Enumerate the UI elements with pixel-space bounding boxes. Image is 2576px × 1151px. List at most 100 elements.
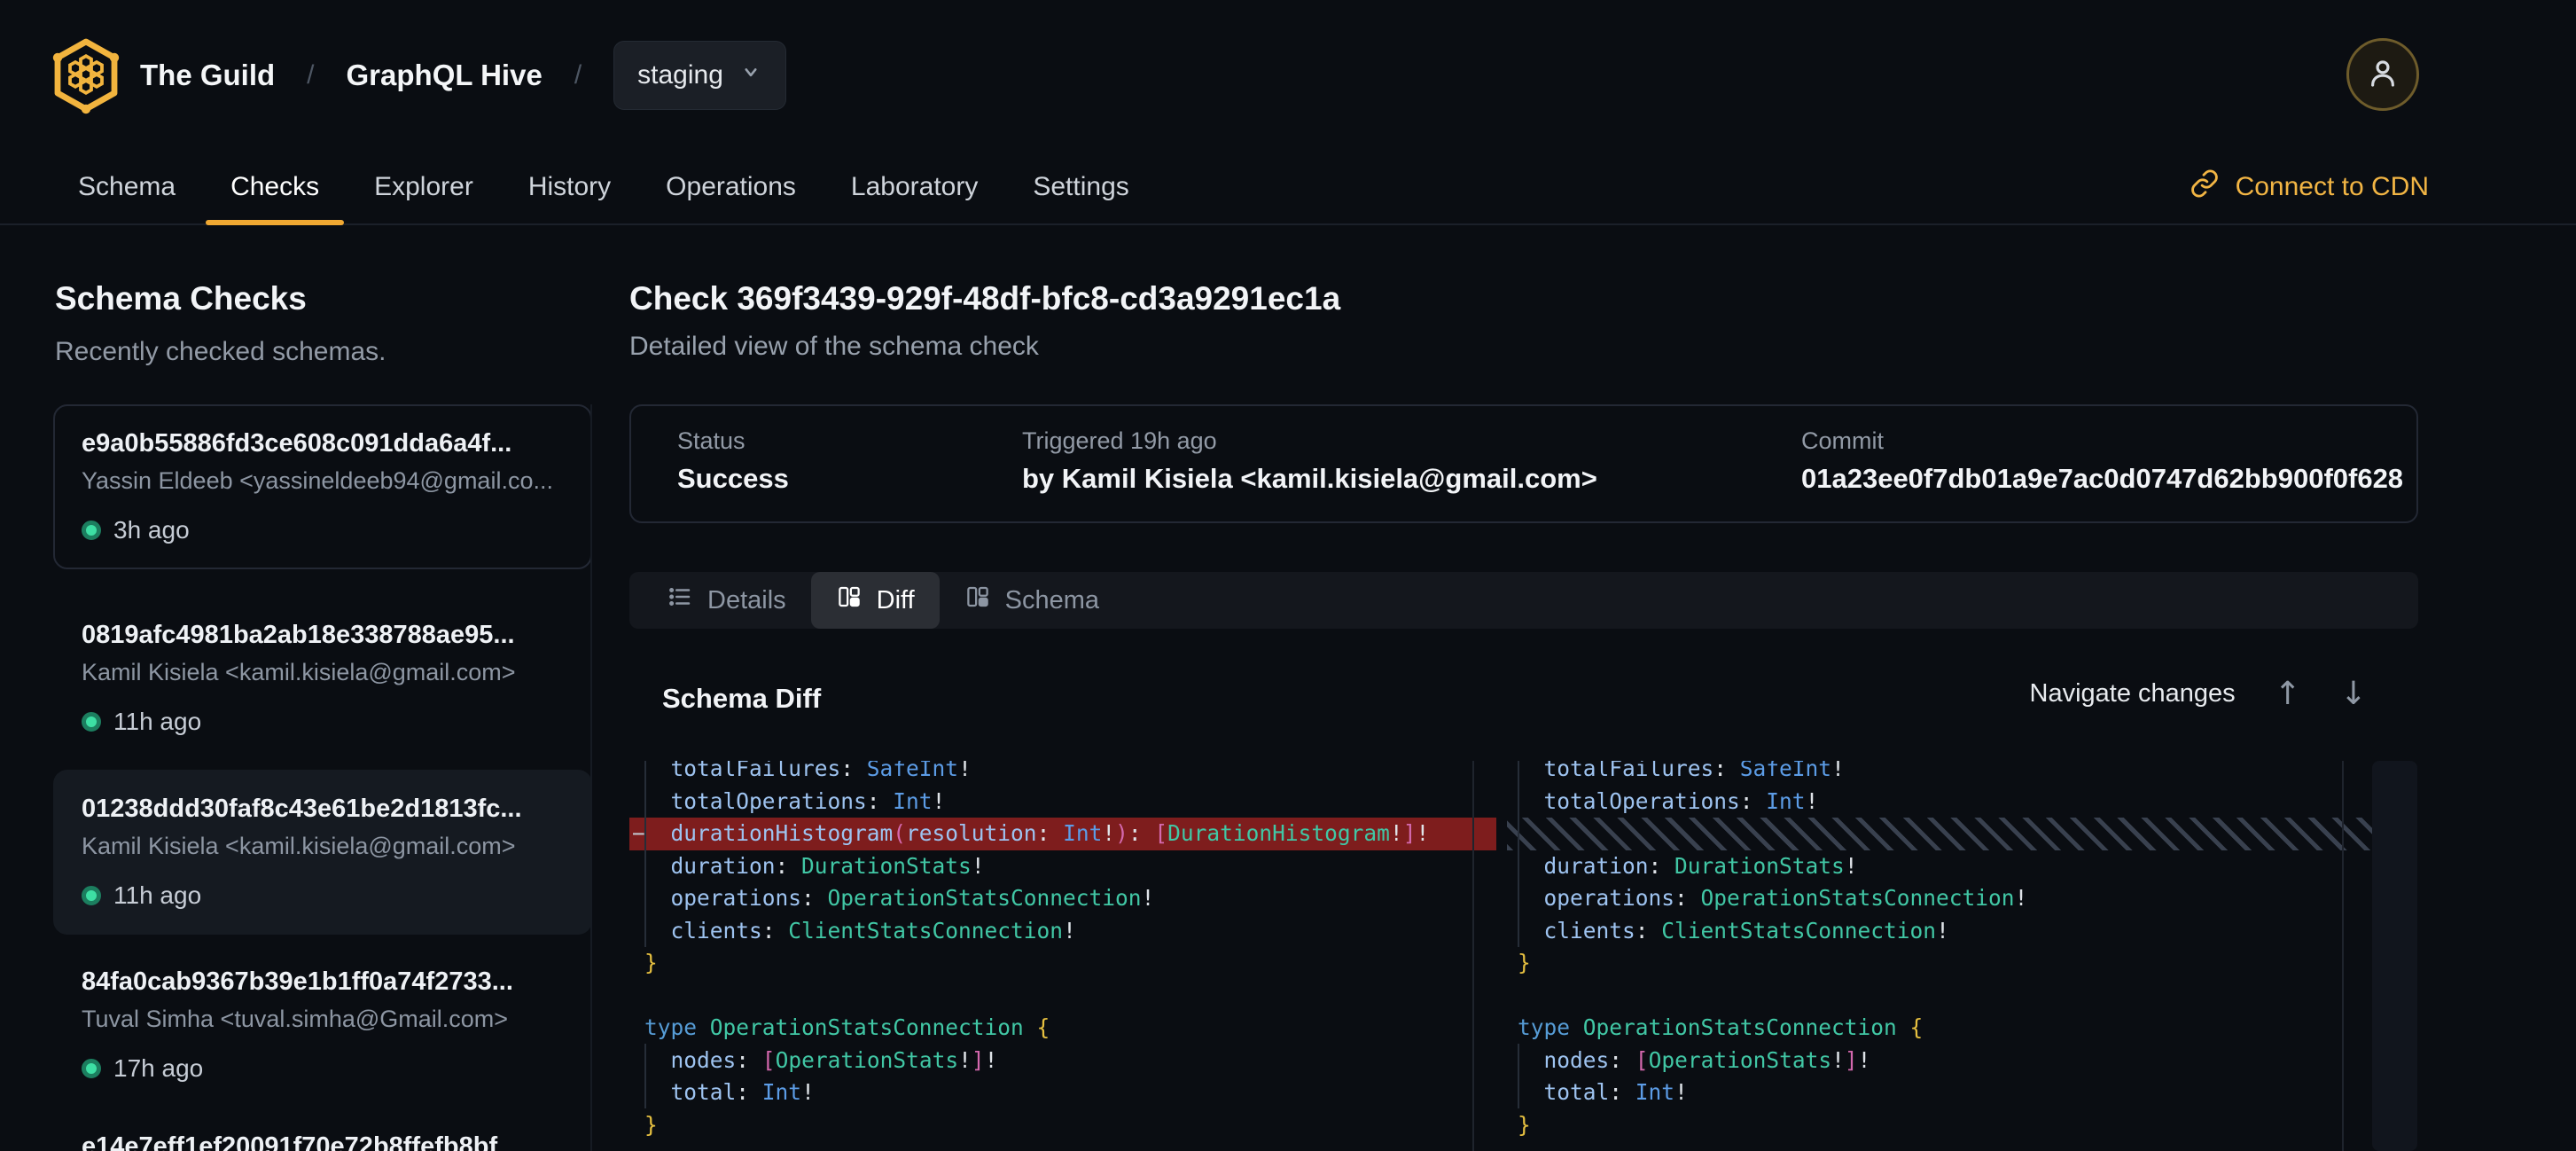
status-label: Status [677, 427, 789, 455]
sidebar-subtitle: Recently checked schemas. [55, 337, 386, 367]
check-meta: 11h ago [82, 708, 564, 736]
project-nav: Schema Checks Explorer History Operation… [0, 151, 2576, 225]
list-icon [667, 583, 693, 617]
target-selector-label: staging [637, 60, 723, 90]
nav-tab-operations[interactable]: Operations [666, 151, 796, 223]
code-line: totalOperations: Int! [629, 786, 1496, 818]
check-hash: 01238ddd30faf8c43e61be2d1813fc... [82, 795, 564, 824]
tab-schema-label: Schema [1005, 586, 1099, 615]
target-selector-button[interactable]: staging [613, 41, 786, 110]
check-hash: 0819afc4981ba2ab18e338788ae95... [82, 621, 564, 650]
tab-details-label: Details [707, 586, 786, 615]
diff-code-before: totalFailures: SafeInt! totalOperations:… [629, 761, 1496, 1141]
code-line: operations: OperationStatsConnection! [1507, 882, 2376, 915]
app-window: The Guild / GraphQL Hive / staging Schem… [0, 0, 2576, 1151]
breadcrumb-separator: / [574, 60, 582, 90]
breadcrumb: The Guild / GraphQL Hive / staging [140, 40, 786, 111]
code-line: } [1507, 947, 2376, 980]
code-line: clients: ClientStatsConnection! [1507, 915, 2376, 948]
commit-value: 01a23ee0f7db01a9e7ac0d0747d62bb900f0f628 [1801, 463, 2403, 495]
code-line [629, 980, 1496, 1013]
user-icon [2364, 54, 2401, 96]
code-line: totalFailures: SafeInt! [1507, 761, 2376, 786]
breadcrumb-project[interactable]: GraphQL Hive [347, 59, 543, 92]
indent-guide [644, 1044, 646, 1108]
nav-tab-checks[interactable]: Checks [230, 151, 319, 223]
connect-to-cdn-label: Connect to CDN [2236, 172, 2429, 202]
code-line: nodes: [OperationStats!]! [1507, 1045, 2376, 1077]
check-meta: 11h ago [82, 881, 564, 910]
code-line: operations: OperationStatsConnection! [629, 882, 1496, 915]
check-meta: 17h ago [82, 1054, 564, 1083]
diff-pane-after[interactable]: totalFailures: SafeInt! totalOperations:… [1507, 761, 2376, 1151]
chevron-down-icon [739, 60, 762, 90]
diff-scrollbar-track[interactable] [2372, 761, 2417, 1151]
navigate-changes-label: Navigate changes [2030, 679, 2236, 709]
nav-tab-settings[interactable]: Settings [1033, 151, 1128, 223]
schema-diff-heading: Schema Diff [662, 683, 821, 715]
diff-pane-before[interactable]: totalFailures: SafeInt! totalOperations:… [629, 761, 1496, 1151]
check-summary-card: Status Success Triggered 19h ago by Kami… [629, 404, 2418, 523]
code-line: } [1507, 1109, 2376, 1142]
arrow-down-icon[interactable]: ↓ [2340, 676, 2367, 712]
status-value: Success [677, 463, 789, 495]
page-title: Check 369f3439-929f-48df-bfc8-cd3a9291ec… [629, 280, 1340, 317]
tab-diff[interactable]: Diff [811, 572, 940, 629]
hive-logo-icon[interactable] [49, 37, 123, 115]
triggered-label: Triggered 19h ago [1022, 427, 1597, 455]
check-time: 11h ago [113, 881, 201, 910]
code-line: total: Int! [629, 1077, 1496, 1109]
connect-to-cdn-button[interactable]: Connect to CDN [2190, 151, 2429, 223]
schema-check-item[interactable]: e14e7eff1ef20091f70e72b8ffefb8bf [53, 1108, 592, 1151]
arrow-up-icon[interactable]: ↑ [2275, 676, 2301, 712]
check-author: Kamil Kisiela <kamil.kisiela@gmail.com> [82, 659, 564, 686]
check-author: Tuval Simha <tuval.simha@Gmail.com> [82, 1006, 564, 1033]
check-hash: e14e7eff1ef20091f70e72b8ffefb8bf [82, 1132, 564, 1151]
schema-diff-viewer: totalFailures: SafeInt! totalOperations:… [629, 761, 2463, 1151]
commit-label: Commit [1801, 427, 2403, 455]
breadcrumb-org[interactable]: The Guild [140, 59, 275, 92]
diff-removed-line: durationHistogram(resolution: Int!): [Du… [629, 818, 1496, 850]
schema-check-item[interactable]: 84fa0cab9367b39e1b1ff0a74f2733...Tuval S… [53, 943, 592, 1108]
code-line: } [629, 947, 1496, 980]
diff-placeholder-line [1507, 818, 2376, 850]
status-dot-icon [82, 521, 101, 540]
pane-scrollbar-track[interactable] [2342, 761, 2344, 1151]
check-time: 17h ago [113, 1054, 203, 1083]
link-icon [2190, 168, 2220, 206]
status-dot-icon [82, 886, 101, 905]
schema-check-item[interactable]: 01238ddd30faf8c43e61be2d1813fc... Kamil K… [53, 770, 592, 935]
indent-guide [1518, 1044, 1519, 1108]
code-line: duration: DurationStats! [1507, 850, 2376, 883]
nav-tab-explorer[interactable]: Explorer [374, 151, 473, 223]
tab-details[interactable]: Details [642, 572, 811, 629]
code-line: type OperationStatsConnection { [1507, 1012, 2376, 1045]
check-time: 3h ago [113, 516, 190, 544]
schema-check-item[interactable]: 0819afc4981ba2ab18e338788ae95... Kamil Ki… [53, 596, 592, 761]
nav-tab-schema[interactable]: Schema [78, 151, 176, 223]
pane-scrollbar-track[interactable] [1472, 761, 1474, 1151]
check-hash: e9a0b55886fd3ce608c091dda6a4f... [82, 429, 564, 458]
page-subtitle: Detailed view of the schema check [629, 332, 1039, 362]
code-line: } [629, 1109, 1496, 1142]
code-line: nodes: [OperationStats!]! [629, 1045, 1496, 1077]
code-line: totalFailures: SafeInt! [629, 761, 1496, 786]
sidebar-title: Schema Checks [55, 280, 307, 317]
navigate-changes: Navigate changes ↑ ↓ [2030, 676, 2368, 712]
status-dot-icon [82, 712, 101, 732]
sidebar-scroll-divider [590, 404, 592, 1151]
nav-tab-laboratory[interactable]: Laboratory [851, 151, 978, 223]
columns-icon [836, 583, 863, 617]
code-line: clients: ClientStatsConnection! [629, 915, 1496, 948]
indent-guide [644, 761, 646, 947]
user-avatar-button[interactable] [2346, 38, 2419, 111]
code-line: totalOperations: Int! [1507, 786, 2376, 818]
code-line [1507, 980, 2376, 1013]
status-dot-icon [82, 1059, 101, 1078]
schema-check-item[interactable]: e9a0b55886fd3ce608c091dda6a4f...Yassin E… [53, 404, 592, 569]
tab-diff-label: Diff [877, 586, 915, 615]
tab-schema[interactable]: Schema [940, 572, 1124, 629]
code-line: total: Int! [1507, 1077, 2376, 1109]
check-author: Kamil Kisiela <kamil.kisiela@gmail.com> [82, 833, 564, 860]
nav-tab-history[interactable]: History [528, 151, 611, 223]
